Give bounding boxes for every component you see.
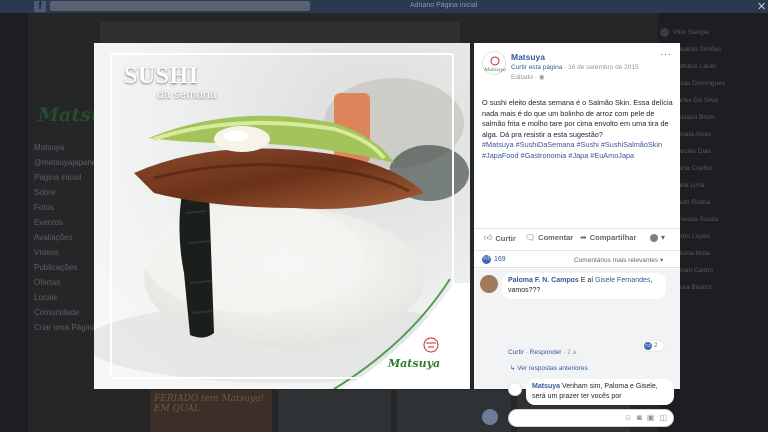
topbar-nav[interactable]: Adriano Página inicial	[410, 2, 477, 9]
like-count[interactable]: 169	[494, 256, 506, 263]
gif-icon[interactable]: ▣	[647, 413, 655, 422]
post-date[interactable]: 16 de setembro de 2015	[568, 64, 638, 71]
facebook-search-input[interactable]	[50, 1, 310, 11]
comment-button[interactable]: 🗨︎ Comentar	[525, 233, 573, 242]
comment-reply-link[interactable]: Responder	[530, 349, 562, 356]
contact-row[interactable]: Vitor Sampa	[660, 24, 768, 41]
comment-icon: 🗨︎	[525, 233, 536, 242]
comment-bubble: Paloma F. N. Campos E aí Gisele Fernande…	[502, 273, 666, 299]
avatar	[650, 233, 658, 242]
post-side-panel: Matsuya Matsuya Curtir esta página · 16 …	[474, 43, 680, 427]
photo-brand-logo: Matsuya	[388, 357, 441, 370]
comments-area: Paloma F. N. Campos E aí Gisele Fernande…	[474, 269, 680, 427]
chevron-down-icon: ▾	[661, 233, 666, 242]
photo-subtitle: da semana	[157, 87, 217, 101]
share-button[interactable]: ➦ Compartilhar	[580, 233, 636, 242]
like-reaction-icon: 👍︎	[482, 255, 491, 264]
comment-time[interactable]: 2 a	[567, 349, 576, 356]
view-replies-link[interactable]: ↳ Ver respostas anteriores	[510, 364, 588, 372]
comment-sort-dropdown[interactable]: Comentários mais relevantes ▾	[574, 256, 663, 264]
comment-like-link[interactable]: Curtir	[508, 349, 524, 356]
comment-actions: Curtir · Responder · 2 a	[508, 349, 577, 356]
page-reply-avatar[interactable]	[508, 382, 522, 396]
background-poster[interactable]: FERIADO tem Matsuya! EM QUAL	[150, 390, 272, 432]
comment-author[interactable]: Paloma F. N. Campos	[508, 277, 579, 284]
like-button[interactable]: 👍︎ Curtir	[484, 233, 516, 243]
thumbs-up-icon: 👍︎	[484, 233, 493, 242]
facebook-logo-icon[interactable]: f	[34, 1, 46, 12]
audience-selector[interactable]: ▾	[650, 233, 665, 242]
post-actions-bar: 👍︎ Curtir 🗨︎ Comentar ➦ Compartilhar ▾	[474, 228, 680, 244]
comment-bubble: Matsuya Venham sim, Paloma e Gisele, ser…	[526, 379, 674, 405]
facebook-topbar: f Adriano Página inicial	[0, 0, 768, 13]
camera-icon[interactable]: ◙	[637, 413, 642, 422]
like-page-link[interactable]: Curtir esta página	[511, 64, 562, 71]
background-photo-tile[interactable]	[277, 390, 391, 432]
matsuya-logo-icon: Matsuya	[483, 56, 506, 73]
comment-like-badge[interactable]: 👍︎ 2	[642, 341, 664, 351]
like-reaction-icon: 👍︎	[644, 342, 652, 350]
more-options-button[interactable]: ···	[660, 49, 672, 60]
avatar[interactable]	[480, 275, 498, 293]
svg-text:Matsuya: Matsuya	[483, 67, 506, 73]
share-icon: ➦	[580, 233, 587, 242]
comment-composer: ☺ ◙ ▣ ◫	[480, 408, 674, 428]
comment-input[interactable]: ☺ ◙ ▣ ◫	[508, 409, 674, 427]
composer-icons: ☺ ◙ ▣ ◫	[624, 413, 667, 422]
reactions-bar: 👍︎ 169 Comentários mais relevantes ▾	[474, 250, 680, 268]
emoji-icon[interactable]: ☺	[624, 413, 632, 422]
post-meta: Curtir esta página · 16 de setembro de 2…	[511, 64, 639, 71]
avatar	[482, 409, 498, 425]
avatar	[660, 28, 669, 37]
globe-icon: ◉	[538, 74, 545, 81]
background-brand-logo: Matsuya	[36, 50, 128, 126]
lightbox-photo[interactable]: SUSHI da semana Matsuya	[94, 43, 470, 389]
photo-frame	[110, 53, 454, 379]
post-edited: Editado · ◉	[511, 74, 545, 81]
comment-author[interactable]: Matsuya	[532, 383, 560, 390]
sticker-icon[interactable]: ◫	[659, 413, 667, 422]
comment-mention[interactable]: Gisele Fernandes	[595, 277, 650, 284]
page-avatar[interactable]: Matsuya	[482, 51, 506, 75]
post-text: O sushi eleito desta semana é o Salmão S…	[482, 98, 674, 162]
page-name-link[interactable]: Matsuya	[511, 52, 545, 62]
photo-title: SUSHI	[124, 63, 199, 89]
close-icon[interactable]: ✕	[757, 0, 766, 13]
post-body: O sushi eleito desta semana é o Salmão S…	[482, 98, 673, 139]
post-hashtags[interactable]: #Matsuya #SushiDaSemana #Sushi #SushiSal…	[482, 140, 662, 160]
